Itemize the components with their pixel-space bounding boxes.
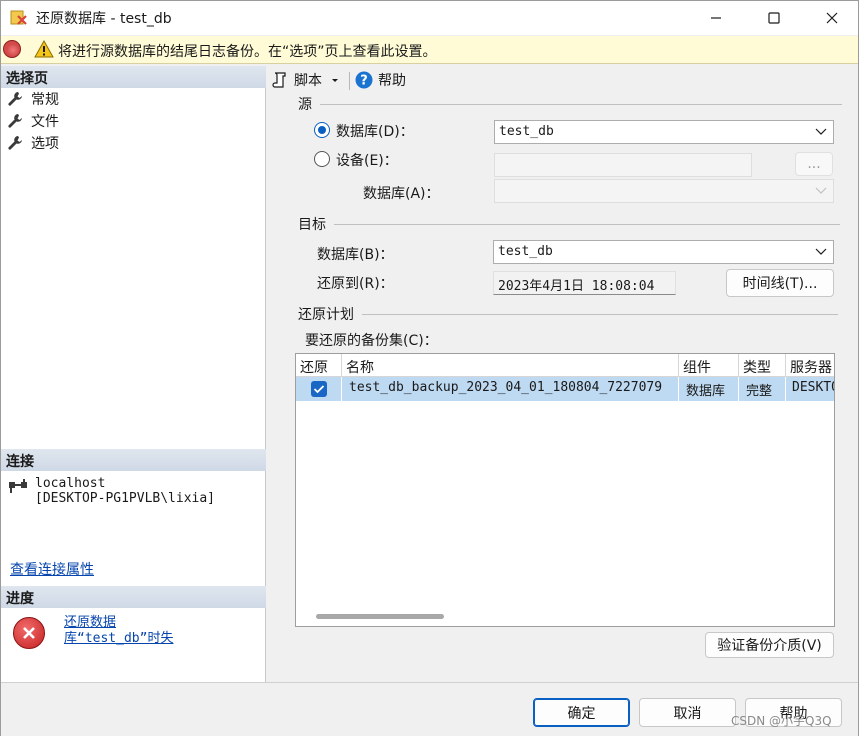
cancel-button[interactable]: 取消 [639, 698, 736, 727]
restore-to-value: 2023年4月1日 18:08:04 [498, 279, 655, 294]
ok-button[interactable]: 确定 [533, 698, 630, 727]
warning-text: 将进行源数据库的结尾日志备份。在“选项”页上查看此设置。 [58, 44, 437, 60]
dialog-button-bar: 确定 取消 帮助 [1, 682, 858, 736]
connection-icon [9, 479, 27, 493]
grid-header: 还原 名称 组件 类型 服务器 [296, 354, 834, 377]
connection-host-line1: localhost [35, 476, 106, 491]
col-header-server[interactable]: 服务器 [786, 354, 834, 377]
col-header-restore[interactable]: 还原 [296, 354, 342, 377]
col-header-name[interactable]: 名称 [342, 354, 679, 377]
script-button[interactable]: 脚本 [272, 70, 340, 90]
maximize-icon [768, 12, 780, 24]
watermark: CSDN @小宇Q3Q [731, 714, 832, 728]
page-item-label: 常规 [31, 92, 59, 108]
restore-checkbox[interactable] [311, 381, 327, 397]
target-database-label: 数据库(B)： [317, 247, 394, 263]
backup-sets-label: 要还原的备份集(C)： [305, 333, 438, 349]
source-device-field[interactable] [494, 153, 752, 177]
chevron-down-icon [332, 79, 338, 82]
error-icon [3, 40, 21, 58]
svg-text:?: ? [360, 74, 368, 89]
horizontal-scrollbar-thumb[interactable] [316, 614, 444, 619]
connection-host: localhost [DESKTOP-PG1PVLB\lixia] [35, 476, 215, 506]
cell-server: DESKTOP-PG1PVLB [792, 380, 834, 395]
source-device-label: 设备(E)： [336, 153, 398, 169]
progress-header: 进度 [1, 586, 266, 608]
right-panel: 脚本 ? 帮助 源 数据库(D)： test_db 设备(E)： ... 数据库… [267, 66, 858, 682]
chevron-down-icon [815, 187, 827, 194]
page-item-options[interactable]: 选项 [7, 132, 59, 154]
source-database-label: 数据库(D)： [336, 124, 414, 140]
cell-name: test_db_backup_2023_04_01_180804_7227079 [342, 377, 679, 401]
script-icon [272, 72, 286, 88]
source-database-combo[interactable]: test_db [494, 120, 834, 144]
source-database-radio[interactable] [314, 122, 330, 138]
select-page-header: 选择页 [1, 66, 266, 88]
connection-header: 连接 [1, 449, 266, 471]
target-header-label: 目标 [298, 217, 326, 233]
page-item-label: 选项 [31, 136, 59, 152]
restore-to-label: 还原到(R)： [317, 276, 394, 292]
close-button[interactable] [803, 1, 859, 35]
toolbar-separator [349, 72, 350, 90]
col-header-type[interactable]: 类型 [739, 354, 786, 377]
plan-header-label: 还原计划 [298, 307, 354, 323]
cell-restore[interactable] [296, 377, 342, 401]
connection-host-line2: [DESKTOP-PG1PVLB\lixia] [35, 491, 216, 506]
cell-type: 完整 [739, 377, 786, 401]
page-item-label: 文件 [31, 114, 59, 130]
close-icon [826, 12, 838, 24]
window-title: 还原数据库 - test_db [36, 11, 172, 27]
checkmark-icon [313, 385, 325, 394]
view-connection-properties-link[interactable]: 查看连接属性 [10, 559, 94, 579]
plan-group-header: 还原计划 [298, 304, 838, 324]
source-group-header: 源 [298, 94, 842, 114]
title-bar: 还原数据库 - test_db [1, 1, 858, 35]
restore-to-field[interactable]: 2023年4月1日 18:08:04 [493, 271, 676, 295]
minimize-button[interactable] [687, 1, 745, 35]
progress-error-link[interactable]: 还原数据库“test_db”时失 [64, 615, 194, 647]
restore-database-window: 还原数据库 - test_db 将进行源数据库的结尾日志备份。在“选项”页上查看… [0, 0, 859, 736]
verify-backup-media-button[interactable]: 验证备份介质(V) [705, 632, 834, 658]
target-database-value: test_db [498, 244, 553, 259]
cell-component: 数据库 [679, 377, 739, 401]
help-icon: ? [355, 71, 373, 89]
target-database-combo[interactable]: test_db [493, 240, 834, 264]
minimize-icon [711, 17, 721, 19]
help-button[interactable]: ? 帮助 [355, 70, 406, 90]
warning-icon [34, 40, 54, 58]
maximize-button[interactable] [745, 1, 803, 35]
col-header-component[interactable]: 组件 [679, 354, 739, 377]
chevron-down-icon [815, 248, 827, 255]
error-icon [13, 617, 45, 649]
script-label: 脚本 [294, 73, 322, 89]
app-icon [10, 10, 27, 25]
help-label: 帮助 [378, 73, 406, 89]
warning-bar: 将进行源数据库的结尾日志备份。在“选项”页上查看此设置。 [1, 36, 858, 64]
source-database-value: test_db [499, 124, 554, 139]
timeline-button[interactable]: 时间线(T)... [726, 269, 834, 297]
toolbar: 脚本 ? 帮助 [267, 66, 858, 94]
source-device-radio[interactable] [314, 151, 330, 167]
chevron-down-icon [815, 128, 827, 135]
source-device-database-label: 数据库(A)： [363, 186, 440, 202]
device-browse-button[interactable]: ... [795, 152, 833, 176]
wrench-icon [8, 114, 22, 128]
wrench-icon [8, 136, 22, 150]
page-item-files[interactable]: 文件 [7, 110, 59, 132]
page-item-general[interactable]: 常规 [7, 88, 59, 110]
left-panel: 选择页 常规 文件 选项 连接 localhost [DESKTOP-PG1PV… [1, 66, 266, 682]
target-group-header: 目标 [298, 214, 840, 234]
wrench-icon [8, 92, 22, 106]
table-row[interactable]: test_db_backup_2023_04_01_180804_7227079… [296, 377, 834, 401]
source-device-database-combo[interactable] [494, 179, 834, 203]
source-header-label: 源 [298, 97, 312, 113]
backup-sets-grid[interactable]: 还原 名称 组件 类型 服务器 test_db_backup_2023_04_0… [295, 353, 835, 627]
